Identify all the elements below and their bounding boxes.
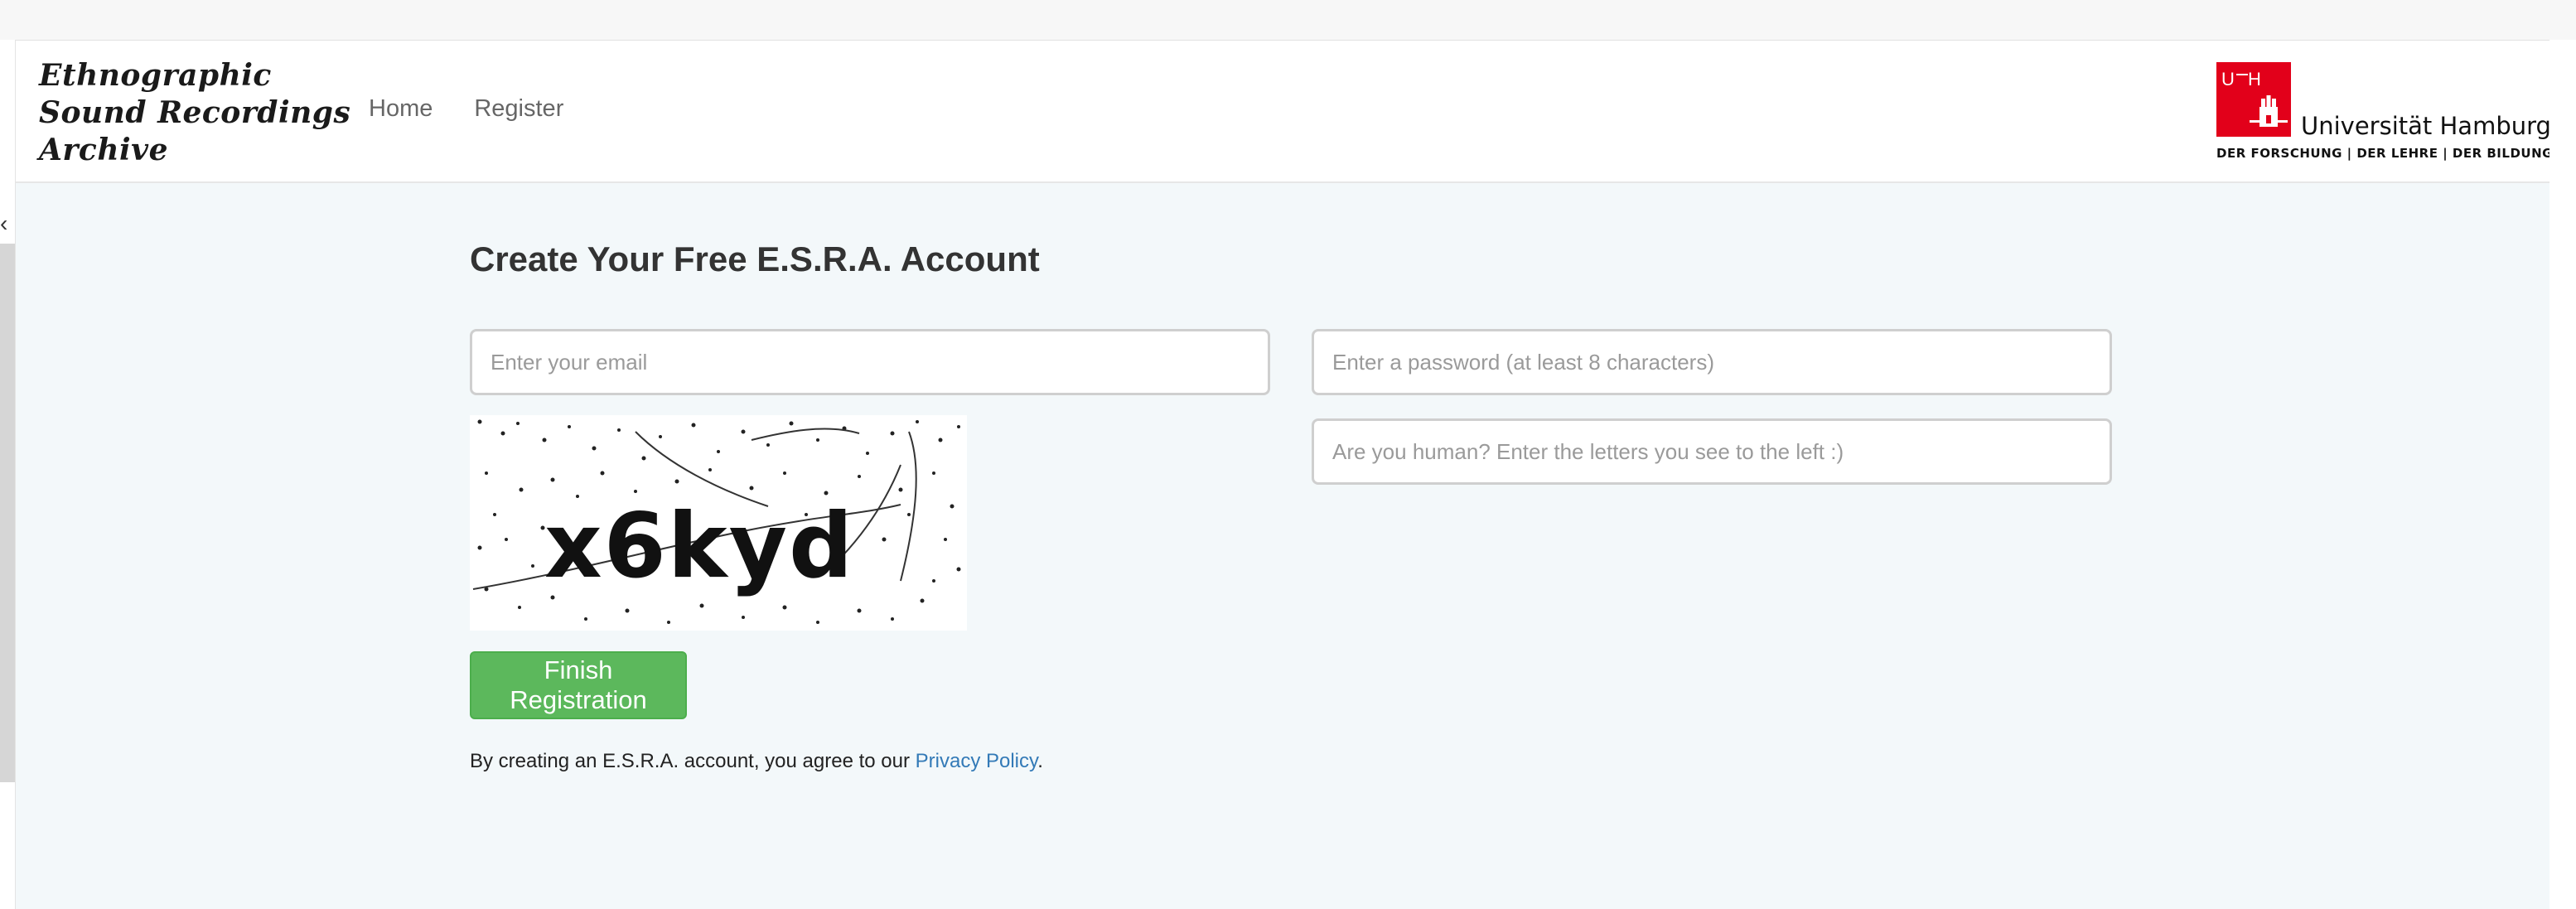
university-motto: DER FORSCHUNG | DER LEHRE | DER BILDUNG — [2216, 146, 2553, 161]
privacy-notice-suffix: . — [1037, 750, 1043, 772]
svg-text:U: U — [2221, 69, 2235, 89]
nav-register-link[interactable]: Register — [474, 95, 563, 123]
captcha-text: x6kyd — [544, 495, 854, 598]
nav-home-link[interactable]: Home — [369, 95, 433, 123]
left-scrollbar[interactable]: ‹ — [0, 40, 16, 909]
captcha-noise: x6kyd — [472, 419, 961, 624]
privacy-notice-text: By creating an E.S.R.A. account, you agr… — [470, 750, 916, 772]
university-name: Universität Hamburg — [2301, 112, 2551, 140]
finish-registration-button[interactable]: Finish Registration — [470, 651, 687, 719]
university-logo[interactable]: U H Universität Hamburg DER FORSCHUNG | … — [2216, 62, 2552, 162]
nav-links: Home Register — [369, 95, 563, 123]
captcha-input[interactable] — [1312, 418, 2112, 485]
email-field[interactable] — [470, 329, 1270, 395]
uhh-logo-mark: U H — [2216, 62, 2291, 137]
brand-line: Archive — [39, 133, 168, 167]
svg-text:H: H — [2248, 69, 2261, 89]
uhh-mark-icon: U H — [2221, 69, 2288, 127]
registration-panel: Create Your Free E.S.R.A. Account Enter … — [16, 183, 2549, 909]
page-title: Create Your Free E.S.R.A. Account — [470, 239, 1040, 278]
brand-line: Sound Recordings — [39, 95, 351, 130]
navbar: Ethnographic Sound Recordings Archive Ho… — [16, 41, 2552, 183]
right-edge — [2549, 40, 2576, 909]
captcha-image: x6kyd — [470, 415, 967, 631]
chevron-up-icon[interactable]: ‹ — [0, 212, 7, 235]
browser-top-strip — [0, 0, 2576, 41]
privacy-policy-link[interactable]: Privacy Policy — [916, 750, 1038, 772]
password-field[interactable] — [1312, 329, 2112, 395]
privacy-notice: By creating an E.S.R.A. account, you agr… — [470, 750, 1043, 773]
brand-line: Ethnographic — [39, 58, 272, 93]
site-brand[interactable]: Ethnographic Sound Recordings Archive — [39, 57, 350, 169]
scrollbar-thumb[interactable] — [0, 244, 15, 782]
